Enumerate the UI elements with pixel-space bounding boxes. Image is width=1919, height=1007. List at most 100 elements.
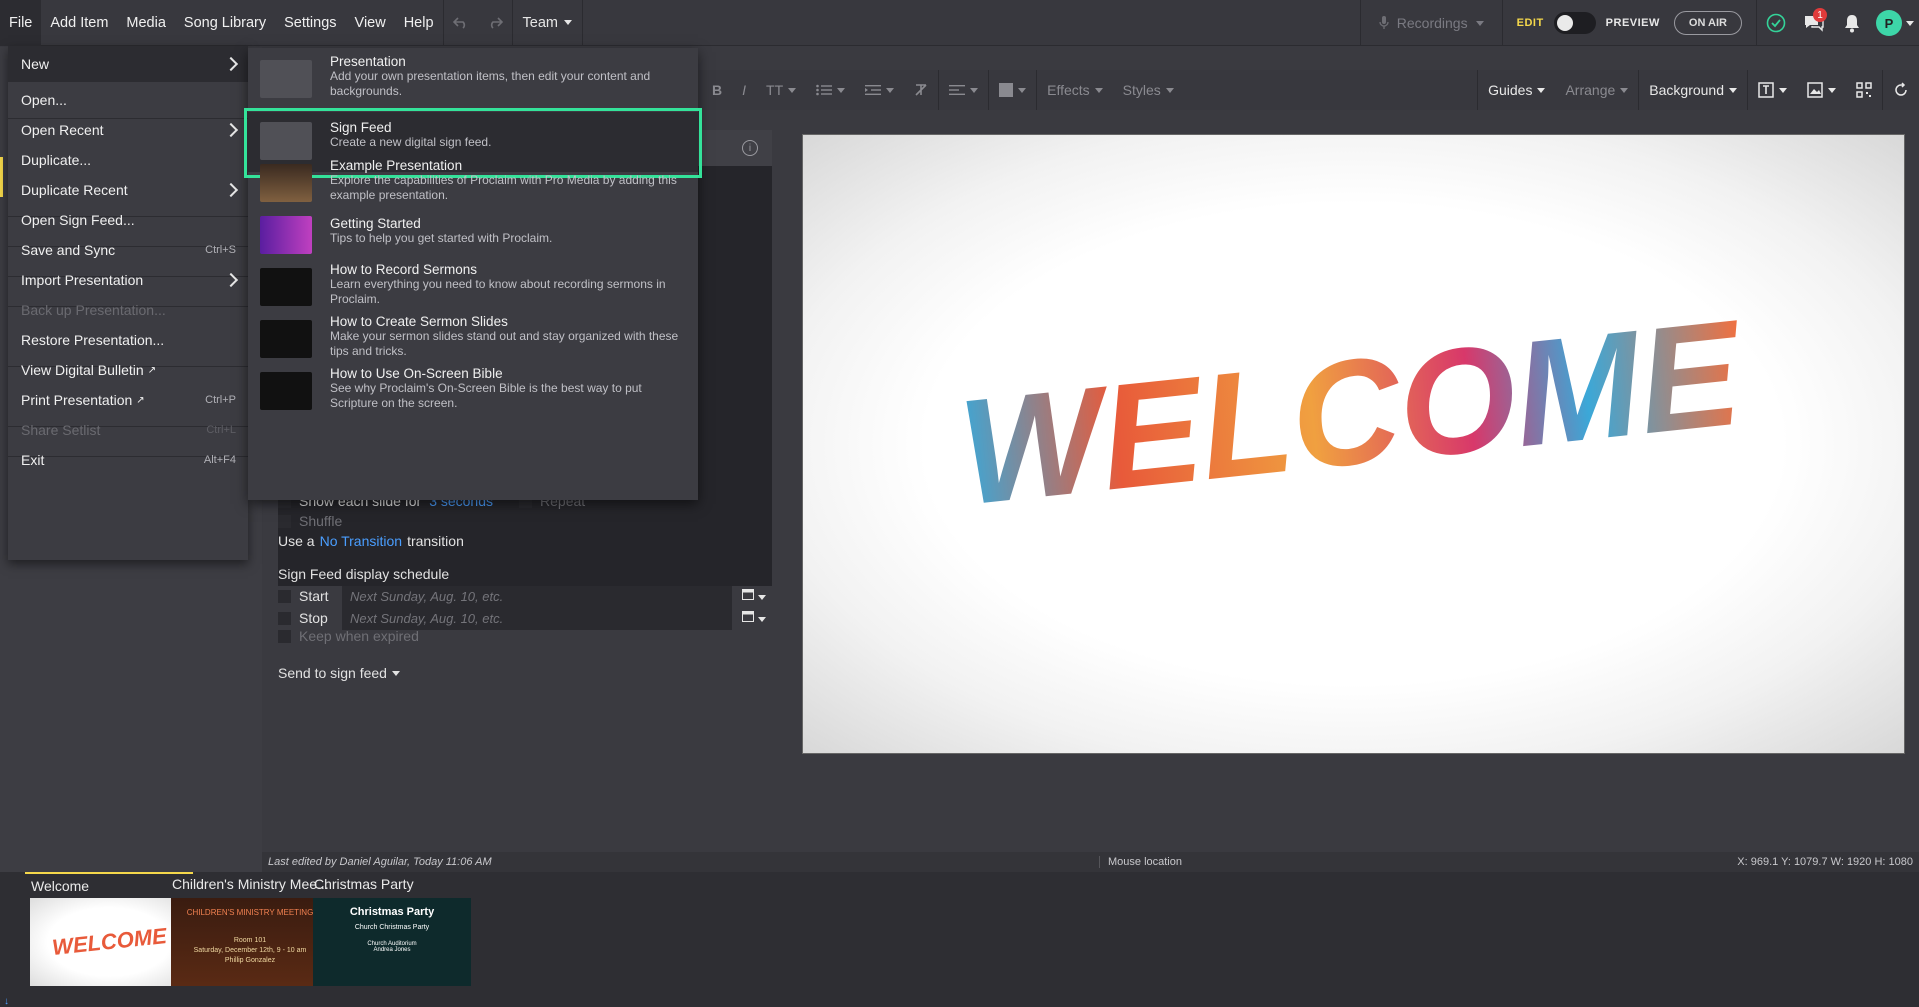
send-to-sign-feed-button[interactable]: Send to sign feed	[278, 665, 400, 681]
welcome-text: WELCOME	[952, 288, 1751, 536]
record-sermons-option[interactable]: How to Record Sermons Learn everything y…	[248, 262, 698, 312]
edit-label: EDIT	[1516, 17, 1544, 29]
bell-icon[interactable]	[1833, 0, 1871, 46]
top-right-controls: Recordings EDIT PREVIEW ON AIR 1 P	[1359, 0, 1919, 46]
menu-item-label: Duplicate Recent	[21, 182, 128, 198]
chevron-right-icon	[223, 122, 239, 138]
start-calendar-button[interactable]	[742, 588, 766, 603]
guides-dropdown[interactable]: Guides	[1478, 70, 1555, 110]
presentation-strip: Welcome WELCOME Children's Ministry Mee.…	[0, 872, 1919, 1007]
chat-icon[interactable]: 1	[1795, 0, 1833, 46]
file-menu: New Open... Open Recent Duplicate... Dup…	[8, 46, 248, 560]
stop-date-input[interactable]: Next Sunday, Aug. 10, etc.	[342, 608, 732, 630]
option-title: Presentation	[330, 54, 406, 69]
option-description: Tips to help you get started with Procla…	[330, 231, 553, 245]
fill-color-button[interactable]	[989, 70, 1036, 110]
stop-calendar-button[interactable]	[742, 610, 766, 625]
chevron-down-icon	[1620, 87, 1629, 93]
menu-item-label: Print Presentation	[21, 392, 133, 408]
on-air-button[interactable]: ON AIR	[1673, 11, 1742, 35]
option-description: Make your sermon slides stand out and st…	[330, 329, 679, 358]
menu-settings[interactable]: Settings	[275, 0, 345, 46]
on-screen-bible-option[interactable]: How to Use On-Screen Bible See why Procl…	[248, 366, 698, 416]
menu-item-label: Share Setlist	[21, 422, 101, 438]
menu-song-library[interactable]: Song Library	[175, 0, 275, 46]
text-size-button[interactable]: TT	[756, 70, 806, 110]
shuffle-option: Shuffle	[278, 513, 342, 529]
slide-canvas[interactable]: WELCOME	[802, 134, 1905, 754]
shortcut-label: Ctrl+L	[206, 424, 236, 436]
menu-view[interactable]: View	[346, 0, 395, 46]
getting-started-option[interactable]: Getting Started Tips to help you get sta…	[248, 216, 698, 256]
divider	[582, 0, 583, 46]
list-button[interactable]	[806, 70, 855, 110]
option-description: Add your own presentation items, then ed…	[330, 69, 651, 98]
option-description: Explore the capabilities of Proclaim wit…	[330, 173, 677, 202]
chevron-right-icon	[223, 56, 239, 72]
presentation-thumbnail: CHILDREN'S MINISTRY MEETING Room 101 Sat…	[171, 898, 329, 986]
chevron-down-icon	[1906, 20, 1914, 26]
start-date-input[interactable]: Next Sunday, Aug. 10, etc.	[342, 586, 732, 608]
transition-link[interactable]: No Transition	[320, 533, 402, 549]
clear-format-button[interactable]	[904, 70, 938, 110]
text-box-icon	[1758, 82, 1774, 98]
menu-file[interactable]: File	[0, 0, 42, 46]
on-screen-bible-thumbnail	[260, 372, 312, 410]
italic-button[interactable]: I	[732, 70, 756, 110]
stop-checkbox[interactable]	[278, 611, 291, 625]
file-menu-new[interactable]: New	[8, 46, 248, 82]
rotate-icon	[1895, 82, 1907, 96]
menu-help[interactable]: Help	[395, 0, 443, 46]
option-title: How to Create Sermon Slides	[330, 314, 508, 329]
shortcut-label: Alt+F4	[203, 454, 236, 466]
undo-icon[interactable]	[444, 0, 478, 46]
getting-started-thumbnail	[260, 216, 312, 254]
chevron-right-icon	[223, 272, 239, 288]
option-title: How to Use On-Screen Bible	[330, 366, 503, 381]
redo-icon[interactable]	[478, 0, 512, 46]
bold-button[interactable]: B	[702, 70, 732, 110]
indent-button[interactable]	[855, 70, 904, 110]
background-dropdown[interactable]: Background	[1639, 70, 1747, 110]
file-menu-exit[interactable]: Exit Alt+F4	[8, 442, 248, 478]
chevron-down-icon	[564, 20, 572, 25]
team-dropdown[interactable]: Team	[513, 15, 582, 31]
shortcut-label: Ctrl+S	[205, 244, 236, 256]
shuffle-label: Shuffle	[299, 513, 343, 529]
chevron-right-icon	[223, 182, 239, 198]
resize-grip-icon[interactable]: ↓	[4, 996, 9, 1007]
chevron-down-icon	[970, 87, 979, 93]
example-presentation-option[interactable]: Example Presentation Explore the capabil…	[248, 158, 698, 208]
new-presentation-option[interactable]: Presentation Add your own presentation i…	[248, 54, 698, 104]
edit-preview-toggle[interactable]	[1553, 12, 1596, 34]
chevron-down-icon	[1094, 87, 1103, 93]
thumbnail-heading: Christmas Party	[349, 906, 435, 918]
sync-status-icon[interactable]	[1757, 0, 1795, 46]
add-text-button[interactable]	[1748, 70, 1797, 110]
sermon-slides-option[interactable]: How to Create Sermon Slides Make your se…	[248, 314, 698, 364]
add-image-button[interactable]	[1797, 70, 1846, 110]
start-checkbox[interactable]	[278, 589, 291, 603]
styles-dropdown[interactable]: Styles	[1113, 70, 1184, 110]
send-to-sign-feed-label: Send to sign feed	[278, 665, 387, 681]
shuffle-checkbox[interactable]	[278, 514, 291, 528]
profile-menu[interactable]: P	[1871, 0, 1919, 46]
menu-media[interactable]: Media	[117, 0, 175, 46]
reset-button[interactable]	[1883, 70, 1919, 110]
qr-code-button[interactable]	[1846, 70, 1882, 110]
effects-dropdown[interactable]: Effects	[1037, 70, 1113, 110]
transition-suffix: transition	[407, 533, 464, 549]
use-a-label: Use a	[278, 533, 315, 549]
image-icon	[1807, 82, 1823, 98]
arrange-dropdown[interactable]: Arrange	[1555, 70, 1638, 110]
align-button[interactable]	[939, 70, 988, 110]
last-edited-text: Last edited by Daniel Aguilar, Today 11:…	[268, 856, 492, 868]
coordinates-readout: X: 969.1 Y: 1079.7 W: 1920 H: 1080	[1737, 856, 1913, 868]
microphone-icon	[1379, 16, 1389, 29]
menu-add-item[interactable]: Add Item	[41, 0, 117, 46]
info-icon[interactable]: i	[742, 140, 758, 156]
presentation-thumbnail: WELCOME	[30, 898, 188, 986]
presentation-tab-christmas-party[interactable]: Christmas Party Christmas Party Church C…	[308, 872, 476, 986]
recordings-button[interactable]: Recordings	[1359, 0, 1502, 46]
keep-when-expired-checkbox[interactable]	[278, 629, 291, 643]
